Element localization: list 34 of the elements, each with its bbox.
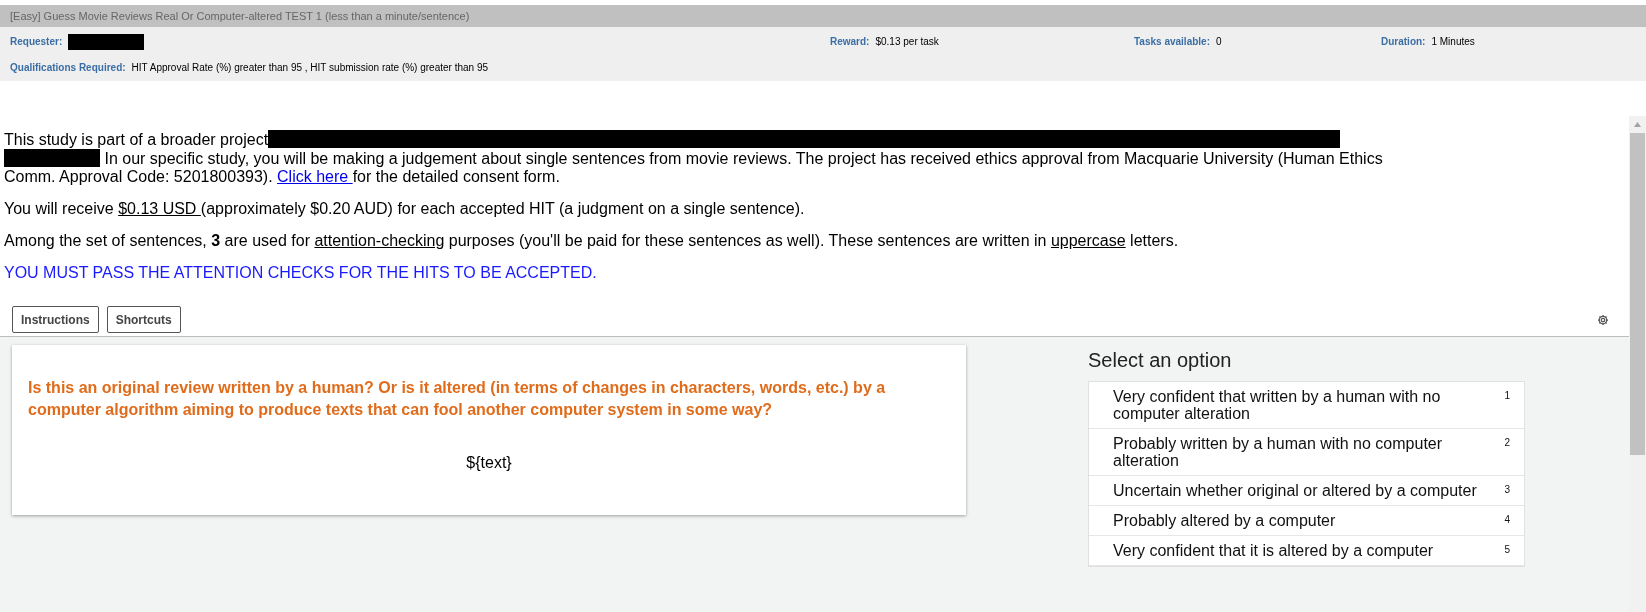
hit-title-bar: [Easy] Guess Movie Reviews Real Or Computer-altered TEST 1 (less than a minute/sentence): [0, 5, 1646, 27]
field-label: Reward:: [830, 34, 870, 49]
intro-paragraph: Among the set of sentences, 3 are used for attention-checking purposes (you'll be paid for these sentences as well). These sentences are written in uppercase letters.: [4, 232, 1180, 250]
field-value: $0.13 per task: [875, 34, 939, 49]
field-value: 0: [1216, 34, 1222, 49]
intro-paragraph: This study is part of a broader project In our specific study, you will be making a judgement about single sentences from movie reviews. The project has received ethics approval from Macquarie University (Human Ethics Comm. Approval Code: 5201800393). Click here for the detailed consent form.: [4, 130, 1384, 186]
field-value: HIT Approval Rate (%) greater than 95 , HIT submission rate (%) greater than 95: [131, 60, 489, 75]
option-label: Uncertain whether original or altered by a computer: [1113, 482, 1478, 499]
review-text: ${text}: [466, 453, 512, 473]
field-value: 1 Minutes: [1431, 34, 1475, 49]
shortcut-number: 2: [1504, 436, 1510, 450]
intro-paragraph: You will receive $0.13 USD (approximately $0.20 AUD) for each accepted HIT (a judgment on a single sentence).: [4, 200, 806, 218]
option-label: Very confident that it is altered by a computer: [1113, 542, 1435, 559]
field-label: Requester:: [10, 35, 63, 49]
field-label: Qualifications Required:: [10, 60, 126, 75]
shortcut-number: 3: [1504, 483, 1510, 497]
scroll-up-icon[interactable]: [1634, 122, 1641, 127]
shortcut-number: 5: [1504, 543, 1510, 557]
shortcut-number: 1: [1504, 389, 1510, 403]
scrollbar[interactable]: [1629, 116, 1646, 612]
option-label: Probably written by a human with no computer alteration: [1113, 435, 1444, 469]
options-title: Select an option: [1088, 348, 1233, 373]
question-prompt: Is this an original review written by a human? Or is it altered (in terms of changes in characters, words, etc.) by a computer algorithm aiming to produce texts that can fool another computer system in some way?: [28, 378, 887, 420]
option-label: Probably altered by a computer: [1113, 512, 1337, 529]
consent-link[interactable]: Click here: [277, 168, 353, 185]
attention-notice: YOU MUST PASS THE ATTENTION CHECKS FOR THE HITS TO BE ACCEPTED.: [4, 264, 598, 282]
toolbar-button[interactable]: Shortcuts: [106, 306, 181, 333]
scrollbar-thumb[interactable]: [1630, 133, 1645, 455]
settings-icon[interactable]: [1597, 313, 1609, 326]
field-label: Tasks available:: [1134, 34, 1210, 49]
field-label: Duration:: [1381, 34, 1426, 49]
option-label: Very confident that written by a human with no computer alteration: [1113, 388, 1442, 422]
shortcut-number: 4: [1504, 513, 1510, 527]
toolbar-button[interactable]: Instructions: [12, 306, 99, 333]
